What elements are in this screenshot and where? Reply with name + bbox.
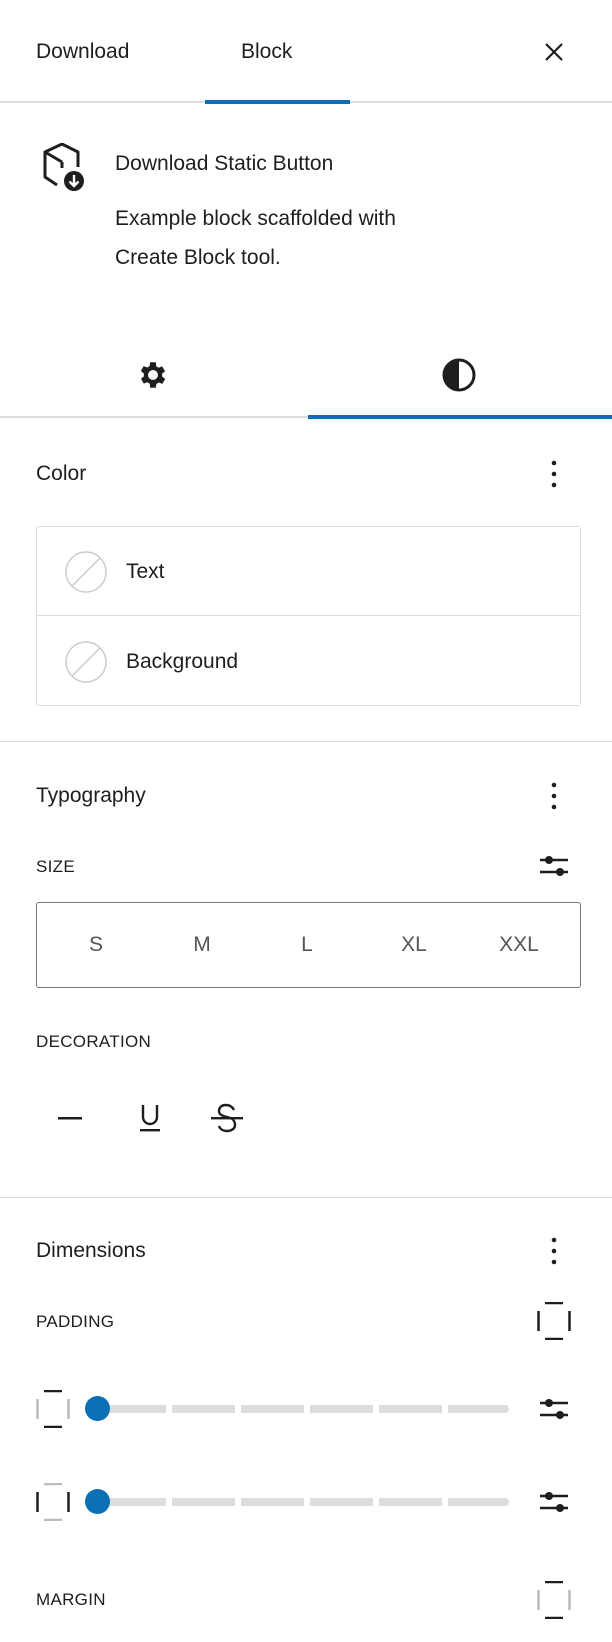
- typography-panel-title: Typography: [36, 784, 146, 807]
- dimensions-panel-title: Dimensions: [36, 1239, 146, 1262]
- block-description-line2: Create Block tool.: [115, 246, 281, 269]
- decoration-label: DECORATION: [36, 1032, 152, 1051]
- custom-value-adjust-icon[interactable]: [537, 1486, 571, 1518]
- tab-styles[interactable]: [306, 335, 612, 415]
- divider: [0, 1197, 612, 1198]
- custom-size-adjust-icon[interactable]: [537, 850, 571, 882]
- padding-horizontal-sides-icon: [36, 1483, 70, 1521]
- font-size-option-xl[interactable]: XL: [364, 903, 464, 987]
- more-options-icon[interactable]: [540, 780, 568, 812]
- gear-icon: [140, 362, 166, 388]
- font-size-option-s[interactable]: S: [46, 903, 146, 987]
- padding-label: PADDING: [36, 1312, 115, 1331]
- font-size-option-m[interactable]: M: [152, 903, 252, 987]
- padding-horizontal-control: [0, 1481, 612, 1523]
- decoration-underline-icon[interactable]: [132, 1100, 168, 1136]
- slider-thumb[interactable]: [85, 1396, 110, 1421]
- margin-sides-icon[interactable]: [536, 1580, 572, 1620]
- color-item-background[interactable]: Background: [37, 617, 580, 705]
- padding-vertical-control: [0, 1388, 612, 1430]
- tab-block[interactable]: Block: [241, 40, 292, 64]
- custom-value-adjust-icon[interactable]: [537, 1393, 571, 1425]
- padding-vertical-sides-icon: [36, 1390, 70, 1428]
- tab-download[interactable]: Download: [36, 40, 129, 64]
- color-item-label: Background: [126, 650, 239, 673]
- font-size-option-l[interactable]: L: [257, 903, 357, 987]
- font-size-toggle-group: S M L XL XXL: [36, 902, 581, 988]
- more-options-icon[interactable]: [540, 1235, 568, 1267]
- close-icon[interactable]: [540, 38, 568, 66]
- slider-thumb[interactable]: [85, 1489, 110, 1514]
- size-label: SIZE: [36, 857, 75, 876]
- more-options-icon[interactable]: [540, 458, 568, 490]
- no-color-swatch-icon: [65, 641, 107, 683]
- unlink-sides-icon[interactable]: [536, 1302, 572, 1340]
- contrast-icon: [442, 358, 476, 392]
- active-tab-indicator: [308, 415, 612, 419]
- no-color-swatch-icon: [65, 551, 107, 593]
- padding-vertical-slider[interactable]: [85, 1396, 510, 1422]
- padding-horizontal-slider[interactable]: [85, 1489, 510, 1515]
- margin-label: MARGIN: [36, 1590, 106, 1609]
- tab-settings[interactable]: [0, 335, 306, 415]
- block-description-line1: Example block scaffolded with: [115, 207, 396, 230]
- box-download-icon: [38, 143, 88, 193]
- active-tab-indicator: [205, 100, 350, 104]
- color-item-text[interactable]: Text: [37, 527, 580, 615]
- divider: [37, 615, 580, 616]
- block-title: Download Static Button: [115, 152, 334, 175]
- decoration-none-icon[interactable]: [52, 1100, 88, 1136]
- decoration-strikethrough-icon[interactable]: [209, 1100, 245, 1136]
- color-item-label: Text: [126, 560, 165, 583]
- divider: [0, 741, 612, 742]
- color-panel-title: Color: [36, 462, 87, 485]
- font-size-option-xxl[interactable]: XXL: [469, 903, 569, 987]
